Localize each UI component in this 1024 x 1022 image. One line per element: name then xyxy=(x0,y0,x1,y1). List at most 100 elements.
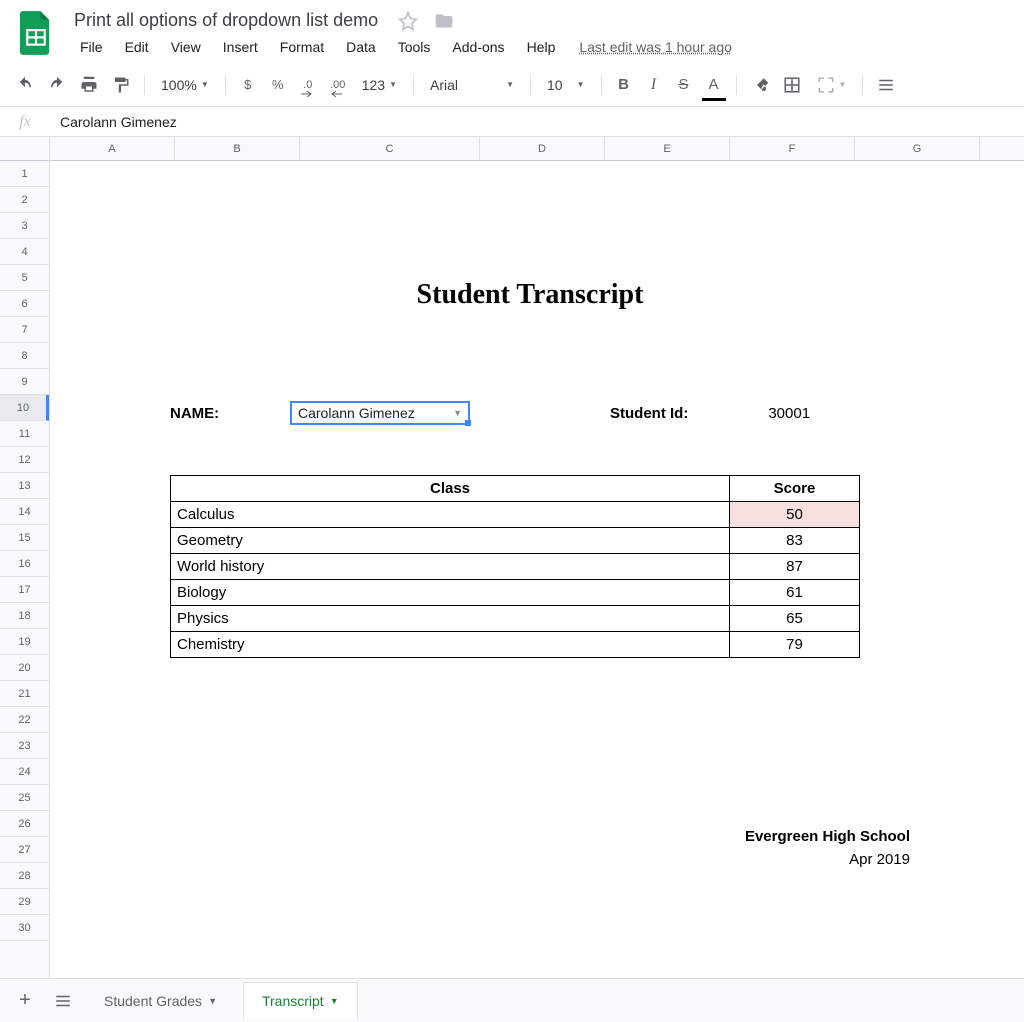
cell-score[interactable]: 61 xyxy=(730,580,860,606)
menu-format[interactable]: Format xyxy=(270,35,334,59)
print-icon[interactable] xyxy=(74,71,104,99)
document-title[interactable]: Print all options of dropdown list demo xyxy=(70,8,382,33)
grid-body[interactable]: ABCDEFG Student Transcript NAME: Carolan… xyxy=(50,137,1024,978)
student-id-label: Student Id: xyxy=(610,405,688,422)
sheets-logo-icon[interactable] xyxy=(16,8,56,58)
align-icon[interactable] xyxy=(871,71,901,99)
column-header[interactable]: B xyxy=(175,137,300,160)
row-header[interactable]: 3 xyxy=(0,213,49,239)
row-header[interactable]: 15 xyxy=(0,525,49,551)
menu-view[interactable]: View xyxy=(161,35,211,59)
chevron-down-icon[interactable]: ▼ xyxy=(208,996,217,1006)
cell-class[interactable]: World history xyxy=(171,554,730,580)
row-header[interactable]: 7 xyxy=(0,317,49,343)
menu-tools[interactable]: Tools xyxy=(388,35,441,59)
folder-icon[interactable] xyxy=(434,11,454,31)
undo-icon[interactable] xyxy=(10,71,40,99)
row-header[interactable]: 10 xyxy=(0,395,49,421)
column-header[interactable]: G xyxy=(855,137,980,160)
name-dropdown-cell[interactable]: Carolann Gimenez ▼ xyxy=(290,401,470,425)
strikethrough-button[interactable]: S xyxy=(670,71,698,99)
row-header[interactable]: 13 xyxy=(0,473,49,499)
cell-score[interactable]: 83 xyxy=(730,528,860,554)
row-header[interactable]: 6 xyxy=(0,291,49,317)
cell-score[interactable]: 79 xyxy=(730,632,860,658)
row-header[interactable]: 24 xyxy=(0,759,49,785)
decrease-decimal[interactable]: .0 xyxy=(294,71,322,99)
all-sheets-icon[interactable] xyxy=(48,986,78,1016)
column-header[interactable]: A xyxy=(50,137,175,160)
borders-icon[interactable] xyxy=(777,71,807,99)
menu-edit[interactable]: Edit xyxy=(115,35,159,59)
row-header[interactable]: 1 xyxy=(0,161,49,187)
row-header[interactable]: 9 xyxy=(0,369,49,395)
column-header[interactable]: D xyxy=(480,137,605,160)
add-sheet-button[interactable]: + xyxy=(10,986,40,1016)
menu-insert[interactable]: Insert xyxy=(213,35,268,59)
row-header[interactable]: 21 xyxy=(0,681,49,707)
row-header[interactable]: 4 xyxy=(0,239,49,265)
format-currency[interactable]: $ xyxy=(234,71,262,99)
zoom-dropdown[interactable]: 100%▼ xyxy=(153,75,217,95)
toolbar: 100%▼ $ % .0 .00 123▼ Arial▼ 10▼ B I S A… xyxy=(0,63,1024,107)
format-more-dropdown[interactable]: 123▼ xyxy=(354,75,405,95)
sheet-tab-transcript[interactable]: Transcript▼ xyxy=(243,982,358,1019)
cell-class[interactable]: Biology xyxy=(171,580,730,606)
menu-file[interactable]: File xyxy=(70,35,113,59)
row-header[interactable]: 23 xyxy=(0,733,49,759)
row-header[interactable]: 12 xyxy=(0,447,49,473)
column-header[interactable]: E xyxy=(605,137,730,160)
row-header[interactable]: 5 xyxy=(0,265,49,291)
format-percent[interactable]: % xyxy=(264,71,292,99)
menu-addons[interactable]: Add-ons xyxy=(442,35,514,59)
chevron-down-icon[interactable]: ▼ xyxy=(330,996,339,1006)
column-header[interactable]: C xyxy=(300,137,480,160)
row-header[interactable]: 27 xyxy=(0,837,49,863)
row-header[interactable]: 29 xyxy=(0,889,49,915)
last-edit-link[interactable]: Last edit was 1 hour ago xyxy=(579,39,732,55)
row-header[interactable]: 17 xyxy=(0,577,49,603)
cell-score[interactable]: 50 xyxy=(730,502,860,528)
increase-decimal[interactable]: .00 xyxy=(324,71,352,99)
row-header[interactable]: 26 xyxy=(0,811,49,837)
row-header[interactable]: 18 xyxy=(0,603,49,629)
row-header[interactable]: 2 xyxy=(0,187,49,213)
redo-icon[interactable] xyxy=(42,71,72,99)
fill-color-icon[interactable] xyxy=(745,71,775,99)
row-header[interactable]: 22 xyxy=(0,707,49,733)
font-size-dropdown[interactable]: 10▼ xyxy=(539,75,593,95)
cell-fill-handle[interactable] xyxy=(465,420,471,426)
row-header[interactable]: 16 xyxy=(0,551,49,577)
cell-score[interactable]: 87 xyxy=(730,554,860,580)
row-header[interactable]: 28 xyxy=(0,863,49,889)
star-icon[interactable] xyxy=(398,11,418,31)
italic-button[interactable]: I xyxy=(640,71,668,99)
cell-class[interactable]: Calculus xyxy=(171,502,730,528)
formula-input[interactable]: Carolann Gimenez xyxy=(50,110,1024,134)
table-row: Physics65 xyxy=(171,606,860,632)
menu-data[interactable]: Data xyxy=(336,35,386,59)
row-header[interactable]: 20 xyxy=(0,655,49,681)
row-header[interactable]: 8 xyxy=(0,343,49,369)
chevron-down-icon[interactable]: ▼ xyxy=(453,408,462,418)
sheet-tab-student-grades[interactable]: Student Grades▼ xyxy=(86,983,235,1019)
cell-class[interactable]: Physics xyxy=(171,606,730,632)
cell-class[interactable]: Chemistry xyxy=(171,632,730,658)
row-header[interactable]: 25 xyxy=(0,785,49,811)
font-family-dropdown[interactable]: Arial▼ xyxy=(422,75,522,95)
cell-class[interactable]: Geometry xyxy=(171,528,730,554)
menu-help[interactable]: Help xyxy=(517,35,566,59)
bold-button[interactable]: B xyxy=(610,71,638,99)
table-row: Biology61 xyxy=(171,580,860,606)
row-header[interactable]: 11 xyxy=(0,421,49,447)
row-header[interactable]: 14 xyxy=(0,499,49,525)
paint-format-icon[interactable] xyxy=(106,71,136,99)
column-header[interactable]: F xyxy=(730,137,855,160)
text-color-button[interactable]: A xyxy=(700,71,728,99)
select-all-corner[interactable] xyxy=(0,137,49,161)
row-header[interactable]: 30 xyxy=(0,915,49,941)
name-label: NAME: xyxy=(170,405,290,422)
cell-score[interactable]: 65 xyxy=(730,606,860,632)
row-header[interactable]: 19 xyxy=(0,629,49,655)
merge-cells-dropdown[interactable]: ▼ xyxy=(809,74,855,96)
